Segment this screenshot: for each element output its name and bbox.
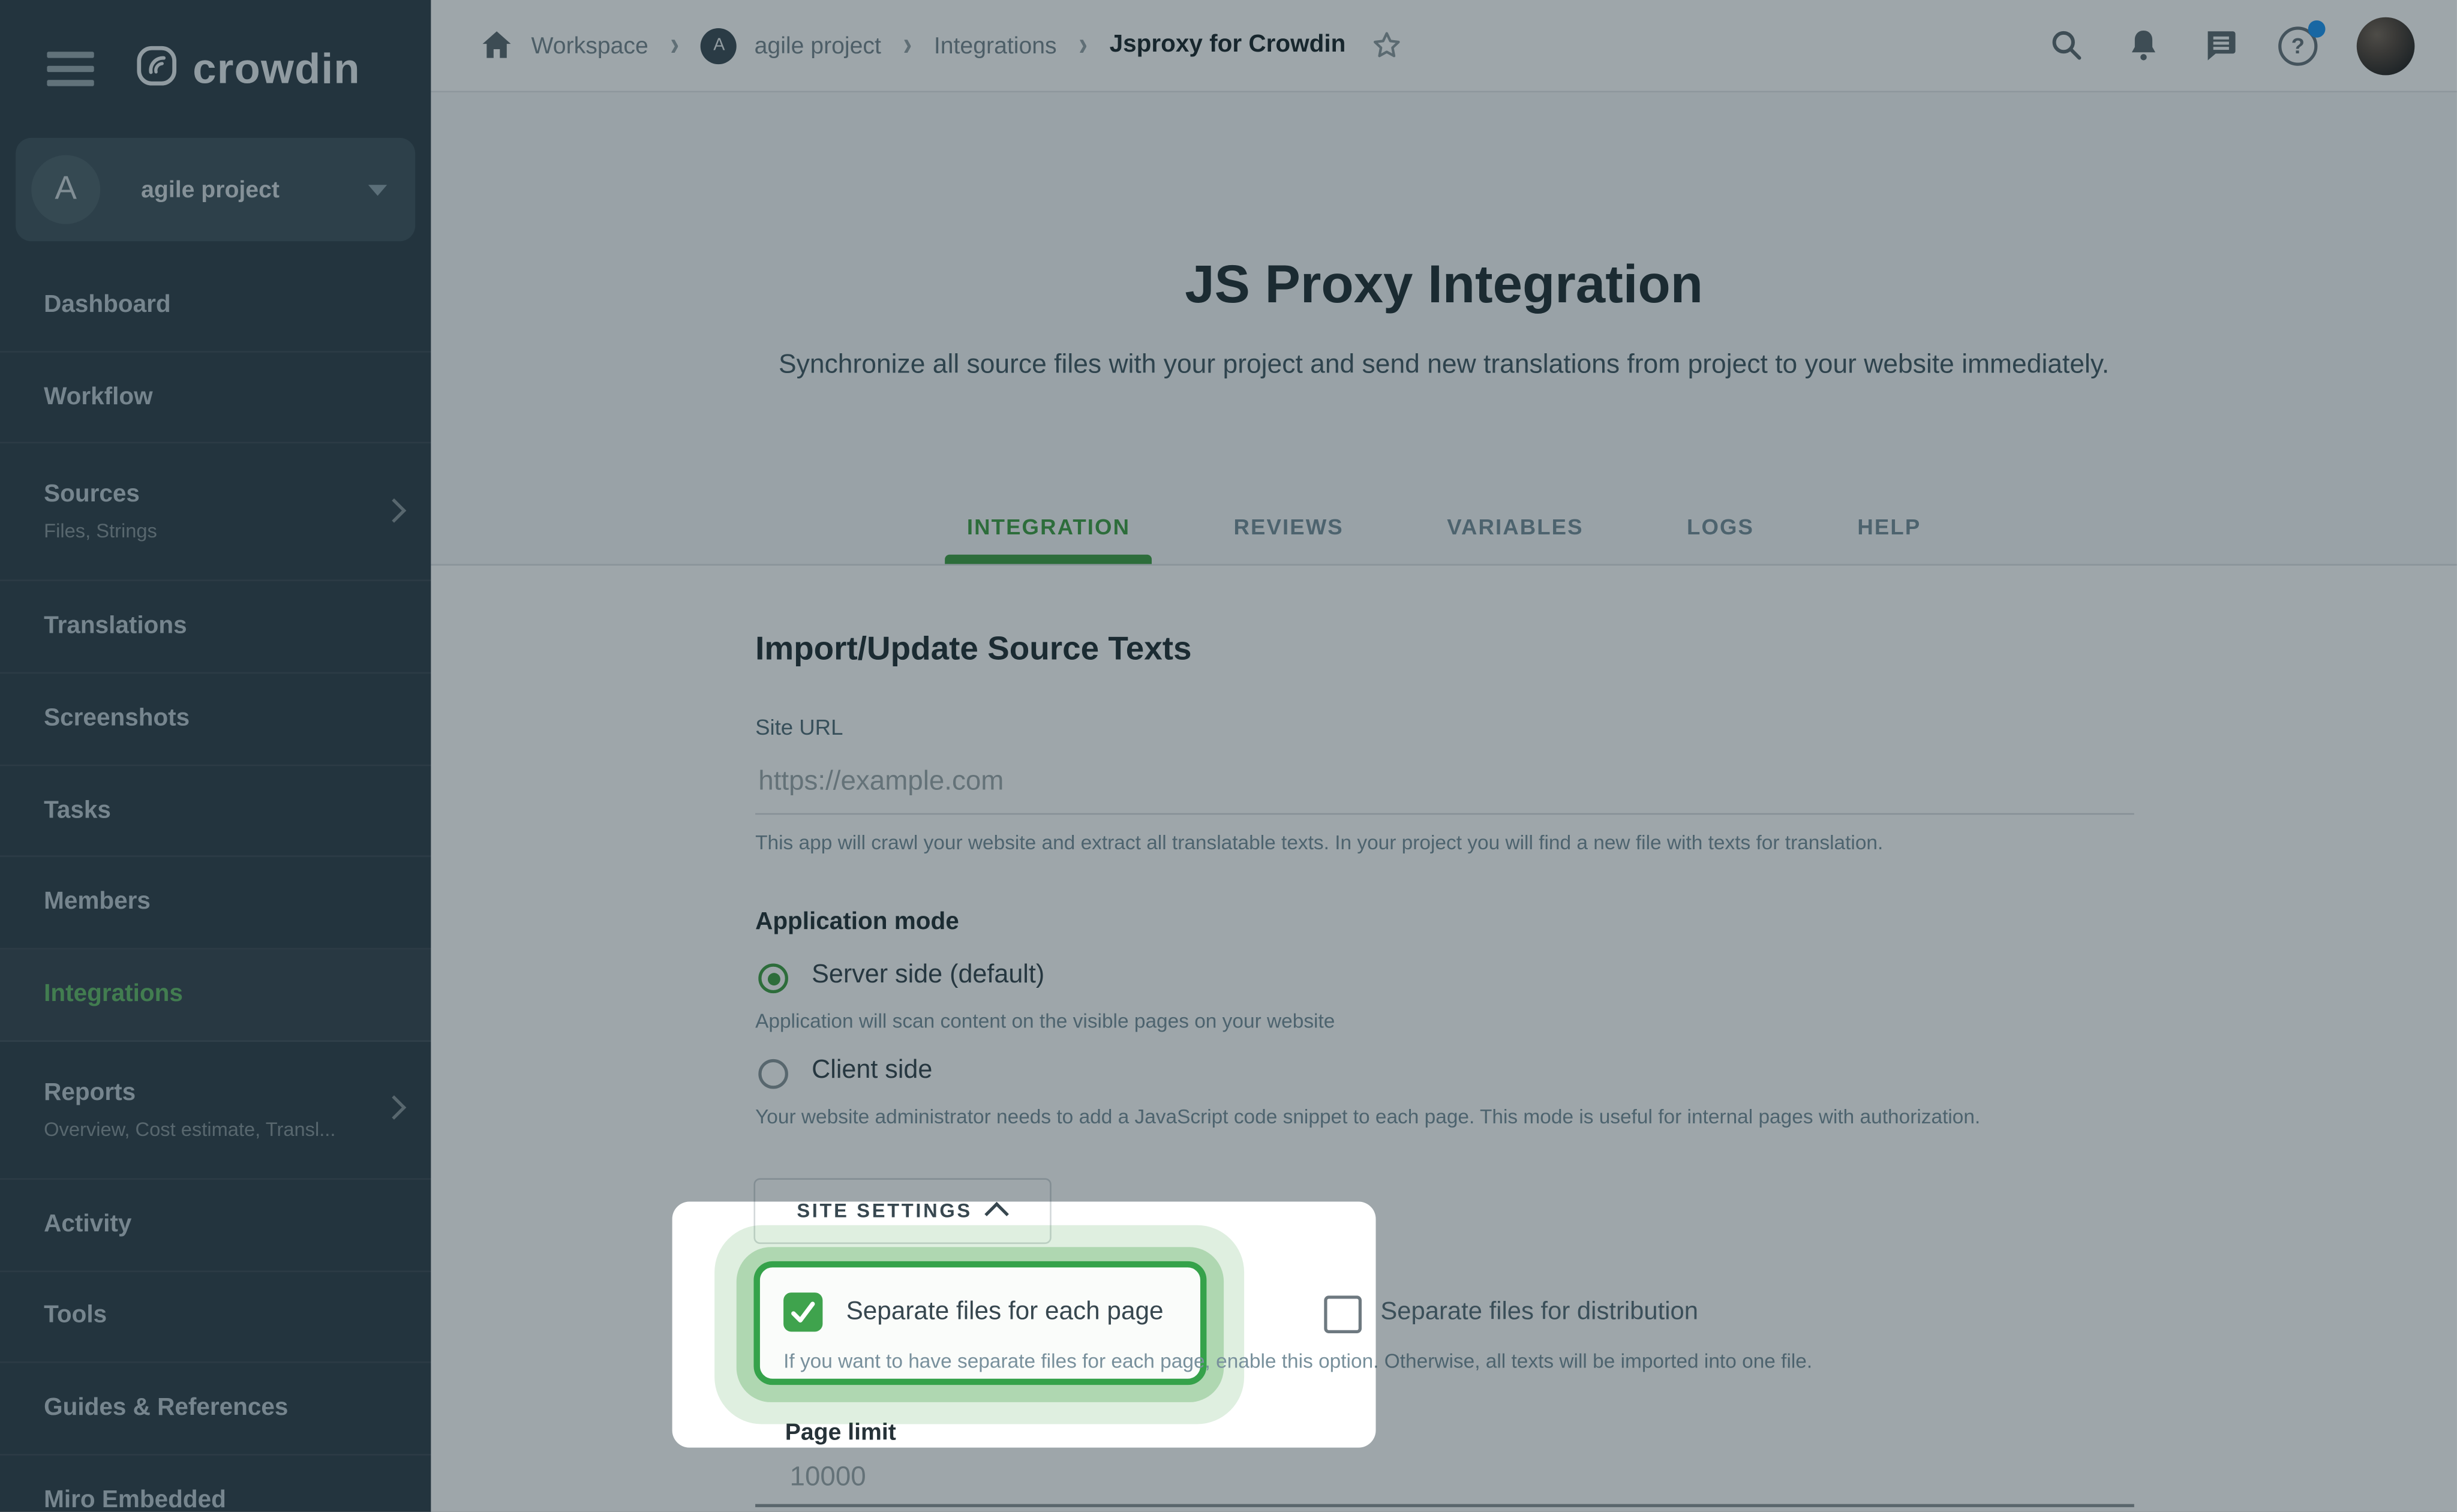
page-title: JS Proxy Integration (1185, 255, 1703, 315)
main-area: Workspace › A agile project › Integratio… (431, 0, 2457, 1512)
project-selector[interactable]: A agile project (16, 137, 416, 242)
sidebar-item-members[interactable]: Members (0, 858, 431, 950)
messages-chat-icon[interactable] (2201, 26, 2239, 64)
project-avatar: A (31, 155, 101, 224)
breadcrumb-separator-icon: › (670, 26, 680, 64)
tab-logs[interactable]: LOGS (1665, 514, 1776, 564)
page-subtitle: Synchronize all source files with your p… (779, 349, 2110, 380)
checkbox-separate-files-distribution-label[interactable]: Separate files for distribution (1380, 1299, 1698, 1327)
server-side-help: Application will scan content on the vis… (755, 1009, 1335, 1033)
crowdin-logo[interactable]: crowdin (136, 44, 361, 93)
radio-server-side-label[interactable]: Server side (default) (812, 960, 1044, 990)
sidebar-item-guides[interactable]: Guides & References (0, 1363, 431, 1456)
breadcrumb-integrations[interactable]: Integrations (934, 32, 1057, 59)
caret-down-icon (368, 184, 388, 196)
tab-bar: INTEGRATION REVIEWS VARIABLES LOGS HELP (431, 514, 2457, 564)
integration-header: JS Proxy Integration Synchronize all sou… (431, 92, 2457, 566)
user-avatar[interactable] (2356, 16, 2415, 75)
site-settings-toggle[interactable]: SITE SETTINGS (753, 1178, 1052, 1245)
home-icon[interactable] (479, 28, 513, 62)
active-tab-underline (945, 554, 1152, 564)
checkbox-separate-files-each-page-label[interactable]: Separate files for each page (846, 1292, 1164, 1331)
breadcrumb-bar: Workspace › A agile project › Integratio… (431, 0, 2457, 93)
checkbox-separate-files-each-page[interactable] (783, 1292, 823, 1332)
sidebar-item-dashboard[interactable]: Dashboard (0, 260, 431, 352)
help-icon[interactable]: ? (2278, 19, 2326, 65)
breadcrumb-separator-icon: › (903, 26, 912, 64)
sidebar-item-integrations[interactable]: Integrations (0, 949, 431, 1042)
sidebar-item-tasks[interactable]: Tasks (0, 766, 431, 858)
sidebar-nav: Dashboard Workflow Sources Files, String… (0, 260, 431, 1512)
section-title: Import/Update Source Texts (755, 631, 1192, 668)
favorite-star-icon[interactable] (1369, 28, 1403, 62)
tab-help[interactable]: HELP (1836, 514, 1943, 564)
crowdin-logo-icon (136, 44, 177, 93)
sidebar-item-activity[interactable]: Activity (0, 1179, 431, 1271)
tab-integration[interactable]: INTEGRATION (945, 514, 1152, 564)
application-mode-label: Application mode (755, 909, 959, 936)
breadcrumb-separator-icon: › (1079, 26, 1088, 64)
sidebar-item-tools[interactable]: Tools (0, 1271, 431, 1364)
project-name: agile project (141, 176, 280, 203)
sidebar-header: crowdin (0, 0, 431, 138)
sidebar-item-miro[interactable]: Miro Embedded (0, 1455, 431, 1512)
site-url-input[interactable] (755, 749, 2134, 815)
sidebar-item-reports[interactable]: Reports Overview, Cost estimate, Transl.… (0, 1042, 431, 1180)
sidebar: crowdin A agile project Dashboard Workfl… (0, 0, 431, 1512)
site-url-help: This app will crawl your website and ext… (755, 830, 1884, 854)
search-icon[interactable] (2048, 26, 2086, 64)
client-side-help: Your website administrator needs to add … (755, 1104, 1981, 1128)
sidebar-item-screenshots[interactable]: Screenshots (0, 674, 431, 766)
hamburger-menu-icon[interactable] (47, 52, 94, 86)
breadcrumb-project-avatar: A (701, 27, 737, 64)
checkbox-separate-files-distribution[interactable] (1324, 1295, 1362, 1333)
sidebar-item-translations[interactable]: Translations (0, 582, 431, 674)
highlighted-option-card: Separate files for each page If you want… (753, 1261, 1812, 1385)
radio-client-side-label[interactable]: Client side (812, 1056, 932, 1086)
topbar-icons: ? (2048, 16, 2415, 75)
notifications-bell-icon[interactable] (2125, 26, 2162, 64)
breadcrumb-project[interactable]: agile project (755, 32, 881, 59)
radio-server-side[interactable] (758, 963, 788, 994)
app-window: crowdin A agile project Dashboard Workfl… (0, 0, 2457, 1512)
breadcrumb-workspace[interactable]: Workspace (531, 32, 648, 59)
breadcrumb-current: Jsproxy for Crowdin (1109, 31, 1346, 58)
sidebar-item-sources[interactable]: Sources Files, Strings (0, 444, 431, 582)
tab-variables[interactable]: VARIABLES (1425, 514, 1606, 564)
checkbox-separate-files-each-page-help: If you want to have separate files for e… (783, 1349, 1813, 1373)
page-limit-label: Page limit (785, 1419, 896, 1447)
sidebar-item-reports-sub: Overview, Cost estimate, Transl... (44, 1118, 336, 1141)
radio-client-side[interactable] (758, 1059, 788, 1089)
sidebar-item-sources-sub: Files, Strings (44, 521, 157, 543)
site-url-label: Site URL (755, 714, 843, 740)
tab-reviews[interactable]: REVIEWS (1212, 514, 1365, 564)
chevron-up-icon (985, 1201, 1010, 1226)
sidebar-item-workflow[interactable]: Workflow (0, 352, 431, 444)
notification-badge (2308, 19, 2326, 37)
page-limit-input[interactable] (755, 1447, 2134, 1507)
crowdin-logo-text: crowdin (193, 44, 361, 92)
